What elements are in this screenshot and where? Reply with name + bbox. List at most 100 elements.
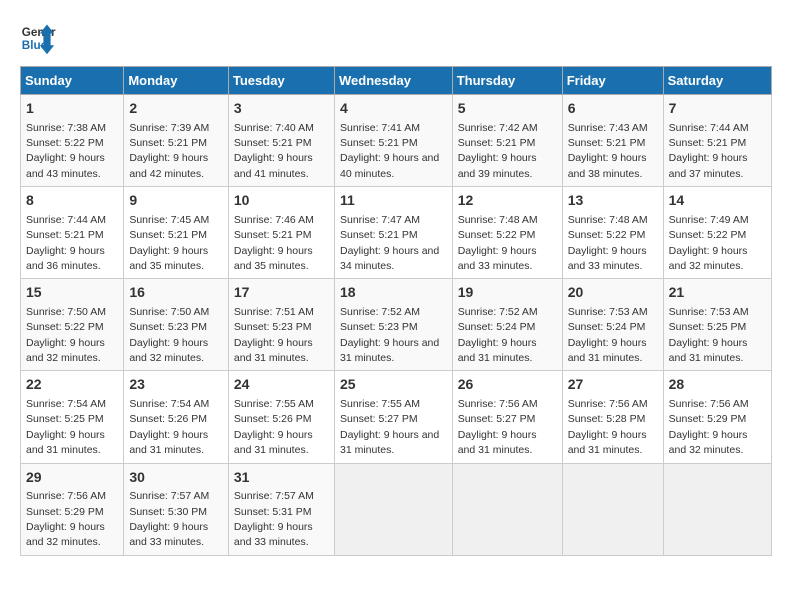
day-info: Sunrise: 7:55 AMSunset: 5:27 PMDaylight:… (340, 398, 439, 456)
day-number: 15 (26, 283, 118, 303)
day-cell: 13 Sunrise: 7:48 AMSunset: 5:22 PMDayligh… (562, 187, 663, 279)
day-cell: 18 Sunrise: 7:52 AMSunset: 5:23 PMDayligh… (334, 279, 452, 371)
day-cell: 12Sunrise: 7:48 AMSunset: 5:22 PMDayligh… (452, 187, 562, 279)
day-number: 26 (458, 375, 557, 395)
week-row-4: 22Sunrise: 7:54 AMSunset: 5:25 PMDayligh… (21, 371, 772, 463)
day-cell: 27 Sunrise: 7:56 AMSunset: 5:28 PMDayligh… (562, 371, 663, 463)
day-number: 19 (458, 283, 557, 303)
day-number: 23 (129, 375, 223, 395)
day-info: Sunrise: 7:48 AMSunset: 5:22 PMDaylight:… (458, 214, 538, 272)
day-info: Sunrise: 7:55 AMSunset: 5:26 PMDaylight:… (234, 398, 314, 456)
day-cell: 8 Sunrise: 7:44 AMSunset: 5:21 PMDaylight… (21, 187, 124, 279)
day-info: Sunrise: 7:56 AMSunset: 5:29 PMDaylight:… (26, 490, 106, 548)
day-cell: 17 Sunrise: 7:51 AMSunset: 5:23 PMDayligh… (228, 279, 334, 371)
day-number: 18 (340, 283, 447, 303)
day-number: 28 (669, 375, 766, 395)
week-row-1: 1 Sunrise: 7:38 AMSunset: 5:22 PMDaylight… (21, 95, 772, 187)
day-number: 1 (26, 99, 118, 119)
header-row: SundayMondayTuesdayWednesdayThursdayFrid… (21, 67, 772, 95)
day-info: Sunrise: 7:39 AMSunset: 5:21 PMDaylight:… (129, 122, 209, 180)
day-cell: 19Sunrise: 7:52 AMSunset: 5:24 PMDayligh… (452, 279, 562, 371)
column-header-monday: Monday (124, 67, 229, 95)
day-cell: 14Sunrise: 7:49 AMSunset: 5:22 PMDayligh… (663, 187, 771, 279)
day-info: Sunrise: 7:38 AMSunset: 5:22 PMDaylight:… (26, 122, 106, 180)
day-cell: 21Sunrise: 7:53 AMSunset: 5:25 PMDayligh… (663, 279, 771, 371)
day-cell: 10 Sunrise: 7:46 AMSunset: 5:21 PMDayligh… (228, 187, 334, 279)
day-cell: 1 Sunrise: 7:38 AMSunset: 5:22 PMDaylight… (21, 95, 124, 187)
day-cell: 25 Sunrise: 7:55 AMSunset: 5:27 PMDayligh… (334, 371, 452, 463)
day-number: 11 (340, 191, 447, 211)
day-info: Sunrise: 7:50 AMSunset: 5:22 PMDaylight:… (26, 306, 106, 364)
day-cell: 7 Sunrise: 7:44 AMSunset: 5:21 PMDaylight… (663, 95, 771, 187)
day-cell: 5 Sunrise: 7:42 AMSunset: 5:21 PMDaylight… (452, 95, 562, 187)
day-info: Sunrise: 7:48 AMSunset: 5:22 PMDaylight:… (568, 214, 648, 272)
day-cell: 20Sunrise: 7:53 AMSunset: 5:24 PMDayligh… (562, 279, 663, 371)
week-row-2: 8 Sunrise: 7:44 AMSunset: 5:21 PMDaylight… (21, 187, 772, 279)
logo-icon: General Blue (20, 20, 56, 56)
day-cell: 23 Sunrise: 7:54 AMSunset: 5:26 PMDayligh… (124, 371, 229, 463)
day-cell: 24 Sunrise: 7:55 AMSunset: 5:26 PMDayligh… (228, 371, 334, 463)
day-number: 9 (129, 191, 223, 211)
logo: General Blue (20, 20, 56, 56)
day-cell: 22Sunrise: 7:54 AMSunset: 5:25 PMDayligh… (21, 371, 124, 463)
day-cell: 31Sunrise: 7:57 AMSunset: 5:31 PMDayligh… (228, 463, 334, 555)
column-header-tuesday: Tuesday (228, 67, 334, 95)
day-cell: 4 Sunrise: 7:41 AMSunset: 5:21 PMDaylight… (334, 95, 452, 187)
day-info: Sunrise: 7:41 AMSunset: 5:21 PMDaylight:… (340, 122, 439, 180)
day-number: 29 (26, 468, 118, 488)
day-info: Sunrise: 7:40 AMSunset: 5:21 PMDaylight:… (234, 122, 314, 180)
day-number: 16 (129, 283, 223, 303)
day-info: Sunrise: 7:46 AMSunset: 5:21 PMDaylight:… (234, 214, 314, 272)
day-number: 30 (129, 468, 223, 488)
day-cell: 9Sunrise: 7:45 AMSunset: 5:21 PMDaylight… (124, 187, 229, 279)
column-header-sunday: Sunday (21, 67, 124, 95)
day-cell: 28Sunrise: 7:56 AMSunset: 5:29 PMDayligh… (663, 371, 771, 463)
day-info: Sunrise: 7:50 AMSunset: 5:23 PMDaylight:… (129, 306, 209, 364)
day-info: Sunrise: 7:54 AMSunset: 5:26 PMDaylight:… (129, 398, 209, 456)
day-number: 24 (234, 375, 329, 395)
day-info: Sunrise: 7:52 AMSunset: 5:23 PMDaylight:… (340, 306, 439, 364)
day-number: 7 (669, 99, 766, 119)
day-number: 6 (568, 99, 658, 119)
day-cell: 6 Sunrise: 7:43 AMSunset: 5:21 PMDaylight… (562, 95, 663, 187)
day-number: 4 (340, 99, 447, 119)
header: General Blue (20, 20, 772, 56)
day-cell (663, 463, 771, 555)
day-cell: 16 Sunrise: 7:50 AMSunset: 5:23 PMDayligh… (124, 279, 229, 371)
day-number: 8 (26, 191, 118, 211)
day-number: 27 (568, 375, 658, 395)
day-number: 17 (234, 283, 329, 303)
day-number: 13 (568, 191, 658, 211)
calendar-table: SundayMondayTuesdayWednesdayThursdayFrid… (20, 66, 772, 556)
week-row-5: 29Sunrise: 7:56 AMSunset: 5:29 PMDayligh… (21, 463, 772, 555)
day-cell: 3 Sunrise: 7:40 AMSunset: 5:21 PMDaylight… (228, 95, 334, 187)
day-number: 3 (234, 99, 329, 119)
day-info: Sunrise: 7:47 AMSunset: 5:21 PMDaylight:… (340, 214, 439, 272)
day-info: Sunrise: 7:42 AMSunset: 5:21 PMDaylight:… (458, 122, 538, 180)
day-number: 31 (234, 468, 329, 488)
day-number: 2 (129, 99, 223, 119)
day-info: Sunrise: 7:44 AMSunset: 5:21 PMDaylight:… (669, 122, 749, 180)
day-info: Sunrise: 7:57 AMSunset: 5:30 PMDaylight:… (129, 490, 209, 548)
day-cell: 30Sunrise: 7:57 AMSunset: 5:30 PMDayligh… (124, 463, 229, 555)
day-number: 5 (458, 99, 557, 119)
day-number: 25 (340, 375, 447, 395)
column-header-friday: Friday (562, 67, 663, 95)
day-info: Sunrise: 7:56 AMSunset: 5:28 PMDaylight:… (568, 398, 648, 456)
day-info: Sunrise: 7:49 AMSunset: 5:22 PMDaylight:… (669, 214, 749, 272)
day-info: Sunrise: 7:44 AMSunset: 5:21 PMDaylight:… (26, 214, 106, 272)
week-row-3: 15 Sunrise: 7:50 AMSunset: 5:22 PMDayligh… (21, 279, 772, 371)
day-info: Sunrise: 7:53 AMSunset: 5:24 PMDaylight:… (568, 306, 648, 364)
day-cell: 2 Sunrise: 7:39 AMSunset: 5:21 PMDaylight… (124, 95, 229, 187)
day-cell (334, 463, 452, 555)
day-info: Sunrise: 7:56 AMSunset: 5:27 PMDaylight:… (458, 398, 538, 456)
day-info: Sunrise: 7:43 AMSunset: 5:21 PMDaylight:… (568, 122, 648, 180)
column-header-wednesday: Wednesday (334, 67, 452, 95)
day-info: Sunrise: 7:57 AMSunset: 5:31 PMDaylight:… (234, 490, 314, 548)
day-info: Sunrise: 7:51 AMSunset: 5:23 PMDaylight:… (234, 306, 314, 364)
day-cell: 29Sunrise: 7:56 AMSunset: 5:29 PMDayligh… (21, 463, 124, 555)
day-cell (562, 463, 663, 555)
column-header-saturday: Saturday (663, 67, 771, 95)
day-cell: 11 Sunrise: 7:47 AMSunset: 5:21 PMDayligh… (334, 187, 452, 279)
day-number: 10 (234, 191, 329, 211)
